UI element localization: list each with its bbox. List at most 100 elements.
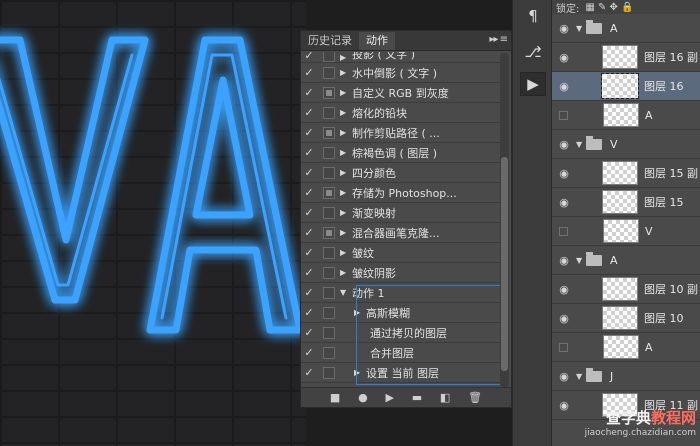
visibility-off-box[interactable] (559, 342, 568, 352)
dialog-toggle[interactable] (323, 246, 335, 259)
action-row[interactable]: ✓ ▶ 四分颜色 (301, 163, 501, 183)
layer-name[interactable]: A (610, 22, 618, 35)
layer-name[interactable]: A (645, 109, 653, 122)
action-toggle-check[interactable]: ✓ (301, 86, 317, 99)
dialog-toggle[interactable] (323, 106, 335, 119)
layer-row[interactable]: ◉ 图层 15 副 (552, 159, 700, 188)
dialog-toggle[interactable] (323, 286, 335, 299)
layer-group-row[interactable]: ◉ ▼ A (552, 14, 700, 43)
dialog-toggle[interactable] (323, 266, 335, 279)
collapsed-triangle-icon[interactable]: ▶ (340, 128, 352, 137)
layer-thumbnail[interactable] (602, 306, 638, 330)
layer-name[interactable]: 图层 16 副 (644, 49, 698, 65)
layer-group-row[interactable]: ◉ ▼ J (552, 362, 700, 391)
action-toggle-check[interactable]: ✓ (301, 306, 317, 319)
action-toggle-check[interactable]: ✓ (301, 286, 317, 299)
collapsed-triangle-icon[interactable]: ▶ (340, 148, 352, 157)
dialog-toggle[interactable] (323, 306, 335, 319)
dialog-toggle[interactable] (323, 226, 335, 239)
action-row[interactable]: ✓ ▶ 自定义 RGB 到灰度 (301, 83, 501, 103)
record-icon[interactable]: ● (358, 391, 368, 404)
layer-name[interactable]: 图层 10 (644, 310, 684, 326)
action-toggle-check[interactable]: ✓ (301, 146, 317, 159)
history-icon[interactable]: ⎇ (520, 40, 546, 64)
action-toggle-check[interactable]: ✓ (301, 186, 317, 199)
visibility-eye-icon[interactable]: ◉ (552, 80, 576, 93)
dialog-toggle[interactable] (323, 326, 335, 339)
action-row[interactable]: ✓ ▶ 棕褐色调 ( 图层 ) (301, 143, 501, 163)
action-toggle-check[interactable]: ✓ (301, 326, 317, 339)
action-toggle-check[interactable]: ✓ (301, 66, 317, 79)
expanded-triangle-icon[interactable]: ▼ (340, 288, 352, 297)
layer-name[interactable]: V (610, 138, 618, 151)
action-toggle-check[interactable]: ✓ (301, 346, 317, 359)
action-toggle-check[interactable]: ✓ (301, 226, 317, 239)
actions-scrollbar[interactable] (500, 53, 509, 387)
layer-name[interactable]: J (610, 370, 613, 383)
tab-history[interactable]: 历史记录 (301, 32, 359, 50)
action-row[interactable]: ✓ ▶ 水中倒影 ( 文字 ) (301, 63, 501, 83)
action-row[interactable]: ✓ ▶ 存储为 Photoshop... (301, 183, 501, 203)
layer-row[interactable]: A (552, 333, 700, 362)
action-row[interactable]: ✓ ▶ 皱纹 (301, 243, 501, 263)
layer-thumbnail[interactable] (601, 73, 639, 99)
action-toggle-check[interactable]: ✓ (301, 126, 317, 139)
layer-row[interactable]: A (552, 101, 700, 130)
collapsed-triangle-icon[interactable]: ▶ (340, 268, 352, 277)
layer-row[interactable]: ◉ 图层 10 副 (552, 275, 700, 304)
action-toggle-check[interactable]: ✓ (301, 246, 317, 259)
action-row[interactable]: ✓ ▶ 混合器画笔克隆... (301, 223, 501, 243)
action-row[interactable]: ✓ ▶ 渐变映射 (301, 203, 501, 223)
action-toggle-check[interactable]: ✓ (301, 206, 317, 219)
play-icon[interactable]: ▶ (385, 391, 393, 404)
layer-thumbnail[interactable] (602, 277, 638, 301)
layer-name[interactable]: 图层 10 副 (644, 281, 698, 297)
layer-name[interactable]: V (645, 225, 653, 238)
layer-thumbnail[interactable] (602, 161, 638, 185)
actions-scroll-thumb[interactable] (501, 157, 508, 371)
dialog-toggle[interactable] (323, 146, 335, 159)
tab-actions[interactable]: 动作 (359, 32, 395, 50)
visibility-eye-icon[interactable]: ◉ (552, 370, 576, 383)
document-canvas[interactable] (0, 0, 306, 446)
layer-name[interactable]: 图层 15 副 (644, 165, 698, 181)
action-toggle-check[interactable]: ✓ (301, 366, 317, 379)
layer-row[interactable]: ◉ 图层 16 副 (552, 43, 700, 72)
visibility-eye-icon[interactable]: ◉ (552, 196, 576, 209)
group-expand-icon[interactable]: ▼ (576, 256, 586, 265)
dialog-toggle[interactable] (323, 126, 335, 139)
layer-row[interactable]: ◉ 图层 10 (552, 304, 700, 333)
dialog-toggle[interactable] (323, 52, 335, 62)
collapsed-triangle-icon[interactable]: ▶ (340, 188, 352, 197)
visibility-eye-icon[interactable]: ◉ (552, 254, 576, 267)
layer-thumbnail[interactable] (603, 219, 639, 243)
visibility-eye-icon[interactable]: ◉ (552, 22, 576, 35)
dialog-toggle[interactable] (323, 366, 335, 379)
actions-play-icon[interactable]: ▶ (520, 72, 546, 96)
group-expand-icon[interactable]: ▼ (576, 372, 586, 381)
collapsed-triangle-icon[interactable]: ▶ (340, 228, 352, 237)
layer-thumbnail[interactable] (603, 335, 639, 359)
dialog-toggle[interactable] (323, 346, 335, 359)
layer-name[interactable]: 图层 16 (644, 78, 684, 94)
visibility-off-box[interactable] (559, 110, 568, 120)
collapsed-triangle-icon[interactable]: ▶ (340, 208, 352, 217)
group-expand-icon[interactable]: ▼ (576, 24, 586, 33)
collapsed-triangle-icon[interactable]: ▶ (340, 53, 352, 62)
layer-group-row[interactable]: ◉ ▼ V (552, 130, 700, 159)
action-row[interactable]: ✓ ▶ 熔化的铅块 (301, 103, 501, 123)
collapsed-triangle-icon[interactable]: ▶ (340, 88, 352, 97)
visibility-eye-icon[interactable]: ◉ (552, 138, 576, 151)
group-expand-icon[interactable]: ▼ (576, 140, 586, 149)
layer-row[interactable]: ◉ 图层 16 (552, 72, 700, 101)
visibility-eye-icon[interactable]: ◉ (552, 283, 576, 296)
collapsed-triangle-icon[interactable]: ▶ (340, 108, 352, 117)
dialog-toggle[interactable] (323, 86, 335, 99)
visibility-eye-icon[interactable]: ◉ (552, 167, 576, 180)
layer-group-row[interactable]: ◉ ▼ A (552, 246, 700, 275)
layer-name[interactable]: A (645, 341, 653, 354)
action-toggle-check[interactable]: ✓ (301, 166, 317, 179)
delete-icon[interactable]: 🗑 (468, 391, 482, 404)
action-toggle-check[interactable]: ✓ (301, 52, 317, 62)
panel-menu-icon[interactable]: ▸▸ ≡ (489, 34, 508, 45)
